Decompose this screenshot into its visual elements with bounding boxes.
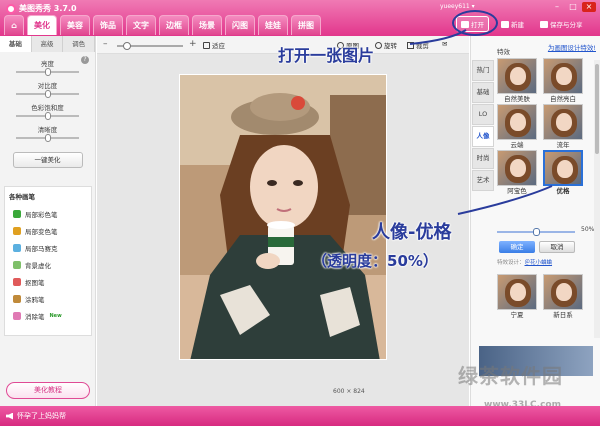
status-message-text: 怀孕了上妈妈帮 [17, 412, 66, 420]
watermark-text: 绿茶软件园 [458, 364, 563, 388]
status-bar: 怀孕了上妈妈帮 [0, 406, 600, 426]
watermark: 绿茶软件园 www.33LC.com [458, 360, 563, 410]
status-message[interactable]: 怀孕了上妈妈帮 [6, 411, 66, 421]
speaker-icon [6, 412, 13, 420]
